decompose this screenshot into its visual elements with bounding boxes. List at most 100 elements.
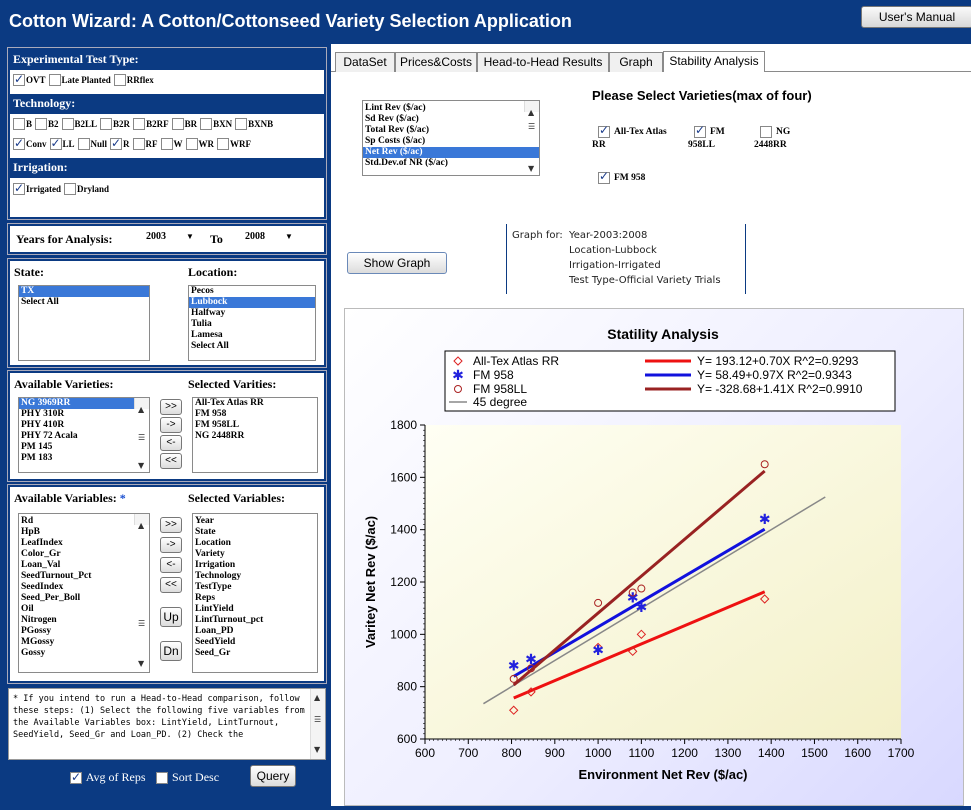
- list-item[interactable]: Rd: [19, 516, 149, 527]
- scrollbar[interactable]: ▲ ☰ ▼: [134, 514, 149, 668]
- list-item[interactable]: Sp Costs ($/ac): [363, 136, 539, 147]
- variety-checkbox[interactable]: [598, 124, 610, 138]
- list-item[interactable]: LintYield: [193, 604, 317, 615]
- tech-b2rf-checkbox[interactable]: [133, 118, 146, 131]
- tech-bxnb-checkbox[interactable]: [235, 118, 248, 131]
- list-item[interactable]: Variety: [193, 549, 317, 560]
- list-item[interactable]: SeedTurnout_Pct: [19, 571, 149, 582]
- tech-b-checkbox[interactable]: [13, 118, 25, 131]
- list-item[interactable]: TestType: [193, 582, 317, 593]
- variety-move-button-2[interactable]: <-: [160, 435, 182, 451]
- sort-desc-checkbox[interactable]: [156, 772, 169, 785]
- list-item[interactable]: Location: [193, 538, 317, 549]
- list-item[interactable]: FM 958: [193, 409, 317, 420]
- tab-prices-costs[interactable]: Prices&Costs: [395, 52, 477, 72]
- variety-move-button-3[interactable]: <<: [160, 453, 182, 469]
- list-item[interactable]: Oil: [19, 604, 149, 615]
- variable-move-button-0[interactable]: >>: [160, 517, 182, 533]
- tab-stability-analysis[interactable]: Stability Analysis: [663, 51, 765, 73]
- tech-wrf-checkbox[interactable]: [217, 138, 230, 151]
- list-item[interactable]: Color_Gr: [19, 549, 149, 560]
- location-list[interactable]: Pecos Lubbock Halfway Tulia Lamesa Select All: [188, 285, 316, 361]
- year-from-select[interactable]: 2003 ▼: [146, 231, 194, 242]
- variety-checkbox[interactable]: [598, 170, 610, 184]
- variable-move-button-4[interactable]: Up: [160, 607, 182, 627]
- variable-move-button-2[interactable]: <-: [160, 557, 182, 573]
- tech-b2-checkbox[interactable]: [35, 118, 48, 131]
- list-item[interactable]: PHY 410R: [19, 420, 149, 431]
- year-to-select[interactable]: 2008 ▼: [245, 231, 293, 242]
- list-item[interactable]: Std.Dev.of NR ($/ac): [363, 158, 539, 169]
- list-item[interactable]: Gossy: [19, 648, 149, 659]
- list-item[interactable]: SeedYield: [193, 637, 317, 648]
- tech-null-checkbox[interactable]: [77, 138, 90, 151]
- list-item[interactable]: SeedIndex: [19, 582, 149, 593]
- users-manual-button[interactable]: User's Manual: [861, 6, 971, 28]
- tech-b2ll-checkbox[interactable]: [61, 118, 74, 131]
- tab-graph[interactable]: Graph: [609, 52, 663, 72]
- list-item[interactable]: PGossy: [19, 626, 149, 637]
- scrollbar[interactable]: ▲ ☰ ▼: [524, 101, 539, 173]
- query-button[interactable]: Query: [250, 765, 296, 787]
- list-item[interactable]: HpB: [19, 527, 149, 538]
- selected-variables-list[interactable]: Year State Location Variety Irrigation Techno…: [192, 513, 318, 673]
- list-item[interactable]: MGossy: [19, 637, 149, 648]
- show-graph-button[interactable]: Show Graph: [347, 252, 447, 274]
- variable-move-button-3[interactable]: <<: [160, 577, 182, 593]
- variety-move-button-1[interactable]: ->: [160, 417, 182, 433]
- tech-br-checkbox[interactable]: [171, 118, 184, 131]
- list-item[interactable]: PM 183: [19, 453, 149, 464]
- test-type-late-planted-checkbox[interactable]: [48, 74, 61, 87]
- state-list[interactable]: TX Select All: [18, 285, 150, 361]
- list-item[interactable]: Year: [193, 516, 317, 527]
- test-type-rrflex-checkbox[interactable]: [113, 74, 126, 87]
- measure-list[interactable]: Lint Rev ($/ac) Sd Rev ($/ac) Total Rev ($…: [362, 100, 540, 176]
- avg-reps-checkbox[interactable]: [70, 770, 82, 785]
- list-item[interactable]: Sd Rev ($/ac): [363, 114, 539, 125]
- list-item[interactable]: Irrigation: [193, 560, 317, 571]
- tech-conv-checkbox[interactable]: [13, 136, 25, 151]
- tab-dataset[interactable]: DataSet: [335, 52, 395, 72]
- list-item[interactable]: FM 958LL: [193, 420, 317, 431]
- available-variables-list[interactable]: Rd HpB LeafIndex Color_Gr Loan_Val SeedTurnou…: [18, 513, 150, 673]
- tech-ll-checkbox[interactable]: [49, 136, 62, 151]
- list-item[interactable]: Technology: [193, 571, 317, 582]
- selected-varieties-list[interactable]: All-Tex Atlas RR FM 958 FM 958LL NG 2448RR: [192, 397, 318, 473]
- irrigation-dryland-checkbox[interactable]: [64, 183, 76, 196]
- scrollbar[interactable]: ▲ ☰ ▼: [134, 398, 149, 470]
- variety-checkbox[interactable]: [694, 124, 706, 138]
- list-item[interactable]: TX: [19, 286, 149, 297]
- available-varieties-list[interactable]: NG 3969RR PHY 310R PHY 410R PHY 72 Acala PM …: [18, 397, 150, 473]
- list-item[interactable]: Halfway: [189, 308, 315, 319]
- list-item[interactable]: PHY 310R: [19, 409, 149, 420]
- tech-b2r-checkbox[interactable]: [100, 118, 113, 131]
- list-item[interactable]: Loan_Val: [19, 560, 149, 571]
- list-item[interactable]: Lint Rev ($/ac): [363, 103, 539, 114]
- list-item[interactable]: Lubbock: [189, 297, 315, 308]
- list-item[interactable]: Seed_Per_Boll: [19, 593, 149, 604]
- list-item[interactable]: Select All: [189, 341, 315, 352]
- list-item[interactable]: Nitrogen: [19, 615, 149, 626]
- tech-wr-checkbox[interactable]: [185, 138, 198, 151]
- list-item[interactable]: Net Rev ($/ac): [363, 147, 539, 158]
- list-item[interactable]: Tulia: [189, 319, 315, 330]
- tech-rf-checkbox[interactable]: [132, 138, 145, 151]
- test-type-ovt-checkbox[interactable]: [13, 72, 25, 87]
- list-item[interactable]: NG 3969RR: [19, 398, 149, 409]
- list-item[interactable]: NG 2448RR: [193, 431, 317, 442]
- tab-head-to-head-results[interactable]: Head-to-Head Results: [477, 52, 609, 72]
- list-item[interactable]: PHY 72 Acala: [19, 431, 149, 442]
- list-item[interactable]: Total Rev ($/ac): [363, 125, 539, 136]
- variable-move-button-1[interactable]: ->: [160, 537, 182, 553]
- list-item[interactable]: Pecos: [189, 286, 315, 297]
- list-item[interactable]: LintTurnout_pct: [193, 615, 317, 626]
- tech-bxn-checkbox[interactable]: [200, 118, 213, 131]
- list-item[interactable]: Seed_Gr: [193, 648, 317, 659]
- tech-r-checkbox[interactable]: [110, 136, 123, 151]
- variety-checkbox[interactable]: [760, 126, 772, 138]
- list-item[interactable]: All-Tex Atlas RR: [193, 398, 317, 409]
- scrollbar[interactable]: ▲ ☰ ▼: [310, 689, 325, 759]
- list-item[interactable]: Reps: [193, 593, 317, 604]
- list-item[interactable]: LeafIndex: [19, 538, 149, 549]
- irrigation-irrigated-checkbox[interactable]: [13, 181, 25, 196]
